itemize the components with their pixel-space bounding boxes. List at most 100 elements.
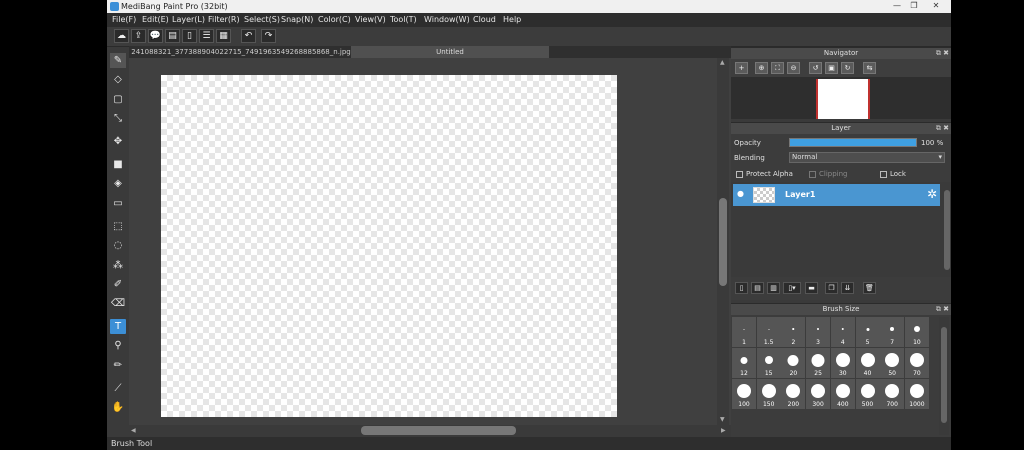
fill-tool-icon[interactable]: ◈ <box>110 176 126 191</box>
new-layer-1bit-icon[interactable]: ▥ <box>767 282 780 294</box>
menu-select[interactable]: Select(S) <box>244 15 280 24</box>
brush-size-cell[interactable]: 7 <box>880 317 905 347</box>
menu-color[interactable]: Color(C) <box>318 15 351 24</box>
clipping-checkbox[interactable] <box>809 171 816 178</box>
menu-cloud[interactable]: Cloud <box>473 15 496 24</box>
opacity-slider[interactable] <box>789 138 917 147</box>
rotate-right-icon[interactable]: ↻ <box>841 62 854 74</box>
brush-size-cell[interactable]: 10 <box>904 317 929 347</box>
drawing-canvas[interactable] <box>161 75 617 417</box>
brush-size-cell[interactable]: 700 <box>880 379 905 409</box>
navigator-preview[interactable] <box>731 77 951 119</box>
menu-view[interactable]: View(V) <box>355 15 386 24</box>
brush-size-cell[interactable]: 400 <box>830 379 855 409</box>
zoom-in-icon[interactable]: + <box>735 62 748 74</box>
vertical-scrollbar[interactable]: ▲ ▼ <box>717 58 729 426</box>
lasso-select-icon[interactable]: ◌ <box>110 238 126 253</box>
brush-size-cell[interactable]: 20 <box>781 348 806 378</box>
gear-icon[interactable]: ✲ <box>927 187 937 201</box>
brush-scroll-thumb[interactable] <box>941 327 947 423</box>
undo-icon[interactable]: ↶ <box>241 29 256 43</box>
menu-snap[interactable]: Snap(N) <box>281 15 313 24</box>
merge-down-icon[interactable]: ⇊ <box>841 282 854 294</box>
brush-size-cell[interactable]: 300 <box>806 379 831 409</box>
brush-size-cell[interactable]: 150 <box>756 379 781 409</box>
flip-icon[interactable]: ⇆ <box>863 62 876 74</box>
select-eraser-icon[interactable]: ⌫ <box>110 296 126 311</box>
brush-size-cell[interactable]: 5 <box>855 317 880 347</box>
move-tool-icon[interactable]: ✥ <box>110 134 126 149</box>
dot-tool-icon[interactable]: ▢ <box>110 92 126 107</box>
brush-tool-icon[interactable]: ✎ <box>110 53 126 68</box>
redo-icon[interactable]: ↷ <box>261 29 276 43</box>
add-layer-menu-icon[interactable]: ▯▾ <box>783 282 801 294</box>
zoom-in-2-icon[interactable]: ⊕ <box>755 62 768 74</box>
horizontal-scrollbar[interactable]: ◀ ▶ <box>129 425 731 436</box>
brush-size-cell[interactable]: 12 <box>732 348 756 378</box>
layer-row-layer1[interactable]: ● Layer1 ✲ <box>733 184 940 206</box>
hand-tool-icon[interactable]: ✋ <box>110 400 126 415</box>
operation-tool-icon[interactable]: ⚲ <box>110 338 126 353</box>
minimize-button[interactable]: — <box>890 1 904 11</box>
horizontal-scroll-thumb[interactable] <box>361 426 516 435</box>
layer-scrollbar[interactable] <box>943 182 951 277</box>
blending-select[interactable]: Normal ▾ <box>789 152 945 163</box>
menu-file[interactable]: File(F) <box>112 15 136 24</box>
folder-icon[interactable]: ▬ <box>805 282 818 294</box>
brush-size-cell[interactable]: 50 <box>880 348 905 378</box>
panel-controls-icon[interactable]: ⧉ ✖ <box>936 123 949 134</box>
fit-icon[interactable]: ⛶ <box>771 62 784 74</box>
new-layer-icon[interactable]: ▯ <box>735 282 748 294</box>
brush-size-cell[interactable]: 15 <box>756 348 781 378</box>
comment-icon[interactable]: ▤ <box>165 29 180 43</box>
speech-bubble-icon[interactable]: 💬 <box>148 29 163 43</box>
page-list-icon[interactable]: ☰ <box>199 29 214 43</box>
brush-size-cell[interactable]: 40 <box>855 348 880 378</box>
scroll-left-icon[interactable]: ◀ <box>131 427 136 434</box>
panel-controls-icon[interactable]: ⧉ ✖ <box>936 48 949 59</box>
brush-size-cell[interactable]: 25 <box>806 348 831 378</box>
tab-untitled[interactable]: Untitled <box>351 46 549 58</box>
brush-size-cell[interactable]: 3 <box>806 317 831 347</box>
shape-tool-icon[interactable]: ■ <box>110 157 126 172</box>
visibility-icon[interactable]: ● <box>737 189 744 198</box>
brush-size-cell[interactable]: 200 <box>781 379 806 409</box>
blur-tool-icon[interactable]: ⤡ <box>110 111 126 126</box>
gradient-tool-icon[interactable]: ▭ <box>110 196 126 211</box>
duplicate-layer-icon[interactable]: ❐ <box>825 282 838 294</box>
brush-size-cell[interactable]: 100 <box>732 379 756 409</box>
menu-tool[interactable]: Tool(T) <box>390 15 417 24</box>
brush-size-cell[interactable]: 1 <box>732 317 756 347</box>
layer-scroll-thumb[interactable] <box>944 190 950 270</box>
brush-scrollbar[interactable] <box>939 317 949 435</box>
zoom-out-icon[interactable]: ⊖ <box>787 62 800 74</box>
cloud-icon[interactable]: ☁ <box>114 29 129 43</box>
brush-size-cell[interactable]: 1000 <box>904 379 929 409</box>
scroll-right-icon[interactable]: ▶ <box>721 427 726 434</box>
brush-size-cell[interactable]: 2 <box>781 317 806 347</box>
magic-wand-icon[interactable]: ⁂ <box>110 258 126 273</box>
menu-filter[interactable]: Filter(R) <box>208 15 240 24</box>
restore-button[interactable]: ❐ <box>907 1 921 11</box>
select-pen-icon[interactable]: ✐ <box>110 277 126 292</box>
fit-screen-icon[interactable]: ▣ <box>825 62 838 74</box>
cloud-upload-icon[interactable]: ⇪ <box>131 29 146 43</box>
grid-pages-icon[interactable]: ▦ <box>216 29 231 43</box>
menu-edit[interactable]: Edit(E) <box>142 15 169 24</box>
panel-controls-icon[interactable]: ⧉ ✖ <box>936 304 949 315</box>
scroll-up-icon[interactable]: ▲ <box>720 59 725 66</box>
rect-select-icon[interactable]: ⬚ <box>110 219 126 234</box>
text-tool-icon[interactable]: T <box>110 319 126 334</box>
scroll-down-icon[interactable]: ▼ <box>720 416 725 423</box>
lock-checkbox[interactable] <box>880 171 887 178</box>
eraser-tool-icon[interactable]: ◇ <box>110 72 126 87</box>
brush-size-cell[interactable]: 1.5 <box>756 317 781 347</box>
close-button[interactable]: ✕ <box>929 1 943 11</box>
rotate-left-icon[interactable]: ↺ <box>809 62 822 74</box>
eyedropper-icon[interactable]: ⟋ <box>110 381 126 396</box>
vertical-scroll-thumb[interactable] <box>719 198 727 286</box>
brush-size-cell[interactable]: 70 <box>904 348 929 378</box>
delete-layer-icon[interactable]: 🗑 <box>863 282 876 294</box>
brush-size-cell[interactable]: 4 <box>830 317 855 347</box>
menu-window[interactable]: Window(W) <box>424 15 470 24</box>
